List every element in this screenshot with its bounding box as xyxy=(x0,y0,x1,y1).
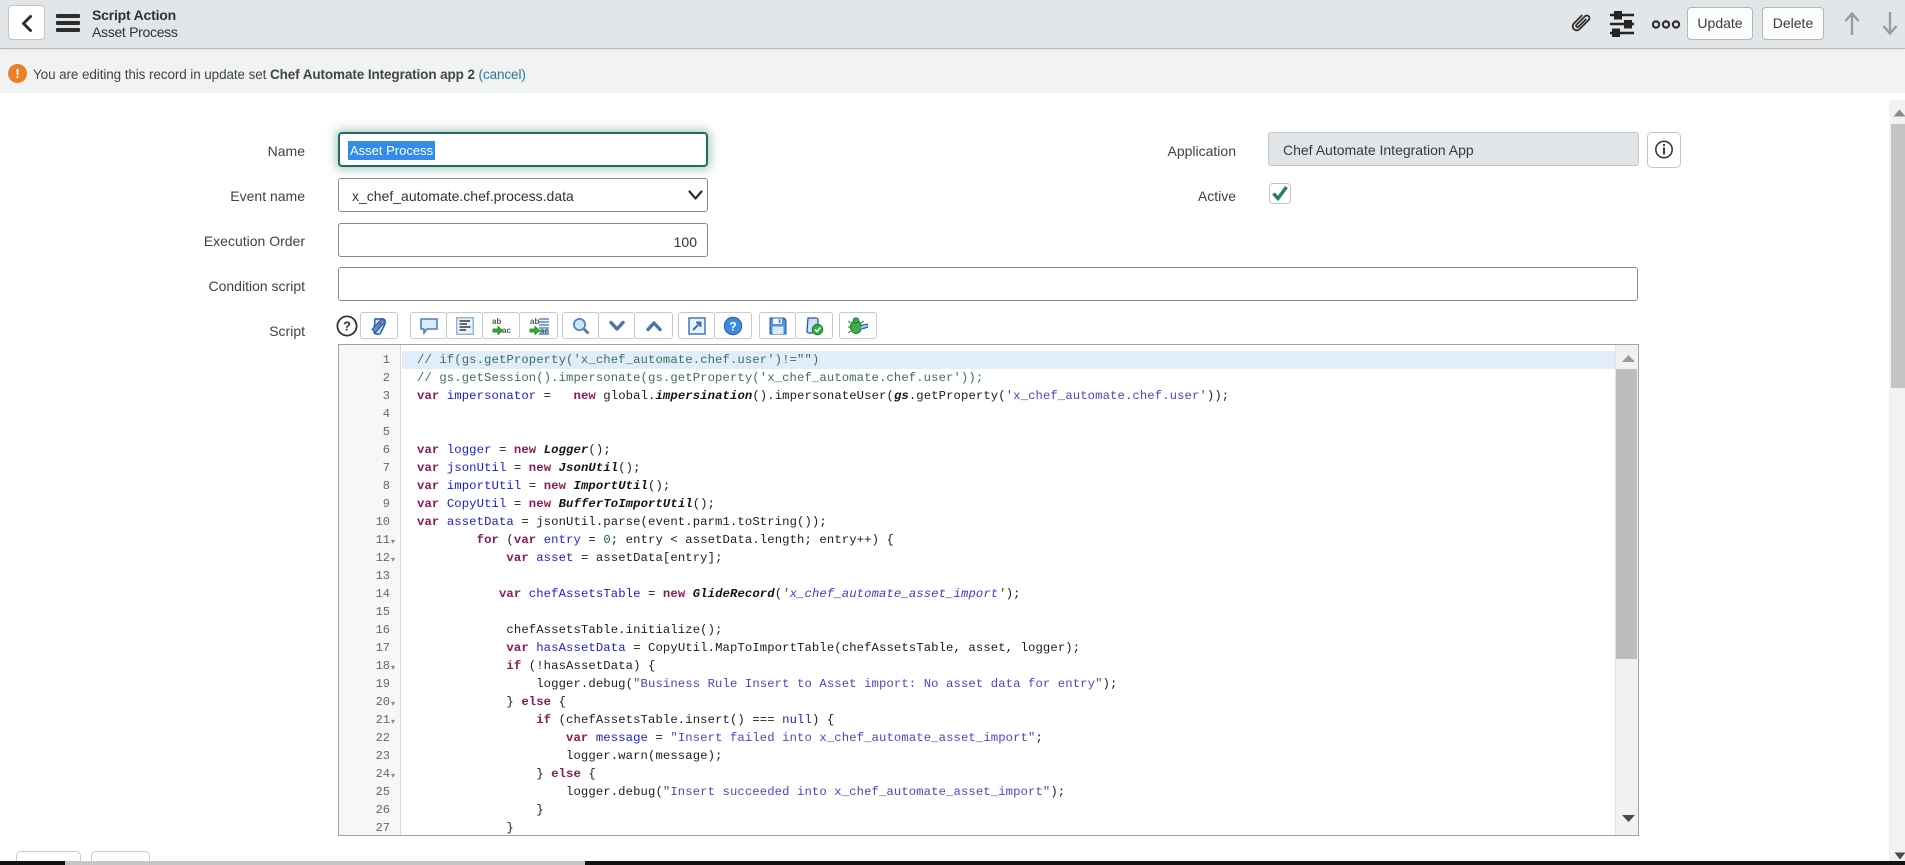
svg-text:?: ? xyxy=(729,319,736,333)
svg-text:ac: ac xyxy=(540,326,549,335)
svg-text:?: ? xyxy=(343,319,351,334)
svg-text:ab: ab xyxy=(492,317,501,326)
svg-text:ab: ab xyxy=(530,317,539,326)
svg-text:ac: ac xyxy=(502,326,511,335)
